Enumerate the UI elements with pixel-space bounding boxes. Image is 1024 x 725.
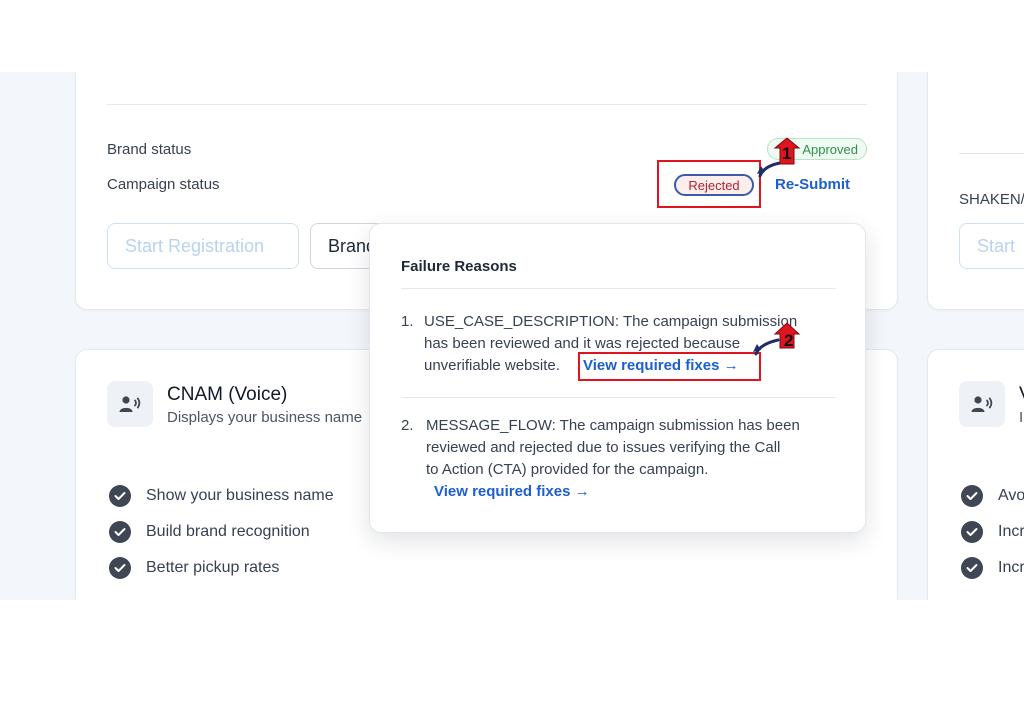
feature-item: Incr xyxy=(961,521,1024,543)
popover-divider xyxy=(401,288,836,289)
check-circle-icon xyxy=(961,521,983,543)
shaken-label: SHAKEN/ xyxy=(959,191,1024,208)
check-circle-icon xyxy=(109,521,131,543)
annotation-step-2: 2 xyxy=(784,331,794,350)
popover-divider xyxy=(401,397,836,398)
feature-label: Build brand recognition xyxy=(146,523,310,540)
voice-card-subtitle: Ir xyxy=(1019,409,1024,426)
cnam-title: CNAM (Voice) xyxy=(167,384,288,405)
voice-card-partial: V Ir Avo Incr Incr xyxy=(927,349,1024,600)
feature-item: Incr xyxy=(961,557,1024,579)
reason-line: USE_CASE_DESCRIPTION: The campaign submi… xyxy=(424,313,798,330)
reason-number: 2. xyxy=(401,417,414,434)
feature-label: Show your business name xyxy=(146,487,334,504)
annotation-arrow-icon-1 xyxy=(757,137,801,178)
feature-item: Build brand recognition xyxy=(109,521,310,543)
annotation-highlight-box-1 xyxy=(657,160,761,208)
voice-user-icon xyxy=(119,396,141,412)
reason-number: 1. xyxy=(401,313,414,330)
start-registration-button[interactable]: Start Registration xyxy=(107,223,299,269)
card-divider xyxy=(959,153,1024,154)
reason-line: unverifiable website. xyxy=(424,357,560,374)
feature-item: Better pickup rates xyxy=(109,557,279,579)
check-circle-icon xyxy=(961,557,983,579)
voice-user-icon xyxy=(971,396,993,412)
feature-label: Incr xyxy=(998,559,1024,576)
voice-icon-box xyxy=(107,381,153,427)
feature-label: Better pickup rates xyxy=(146,559,280,576)
brand-status-label: Brand status xyxy=(107,141,192,158)
failure-reason-2: 2. MESSAGE_FLOW: The campaign submission… xyxy=(401,415,861,485)
check-circle-icon xyxy=(961,485,983,507)
annotation-step-1: 1 xyxy=(782,144,792,163)
check-circle-icon xyxy=(109,557,131,579)
reason-line: reviewed and rejected due to issues veri… xyxy=(426,439,781,456)
check-circle-icon xyxy=(109,485,131,507)
reason-line: to Action (CTA) provided for the campaig… xyxy=(426,461,709,478)
shaken-start-button[interactable]: Start xyxy=(959,223,1024,269)
feature-item: Show your business name xyxy=(109,485,334,507)
annotation-arrow-icon-2 xyxy=(753,322,801,356)
voice-icon-box xyxy=(959,381,1005,427)
view-required-fixes-link-2[interactable]: View required fixes → xyxy=(434,483,590,500)
feature-label: Avo xyxy=(998,487,1024,504)
cnam-subtitle: Displays your business name xyxy=(167,409,363,426)
reason-line: MESSAGE_FLOW: The campaign submission ha… xyxy=(426,417,800,434)
card-divider xyxy=(107,104,867,105)
feature-label: Incr xyxy=(998,523,1024,540)
popover-title: Failure Reasons xyxy=(401,258,517,275)
annotation-highlight-box-2 xyxy=(578,352,761,381)
feature-item: Avo xyxy=(961,485,1024,507)
voice-card-title: V xyxy=(1019,384,1024,406)
campaign-status-label: Campaign status xyxy=(107,176,220,193)
shaken-card: SHAKEN/ Start xyxy=(927,72,1024,310)
